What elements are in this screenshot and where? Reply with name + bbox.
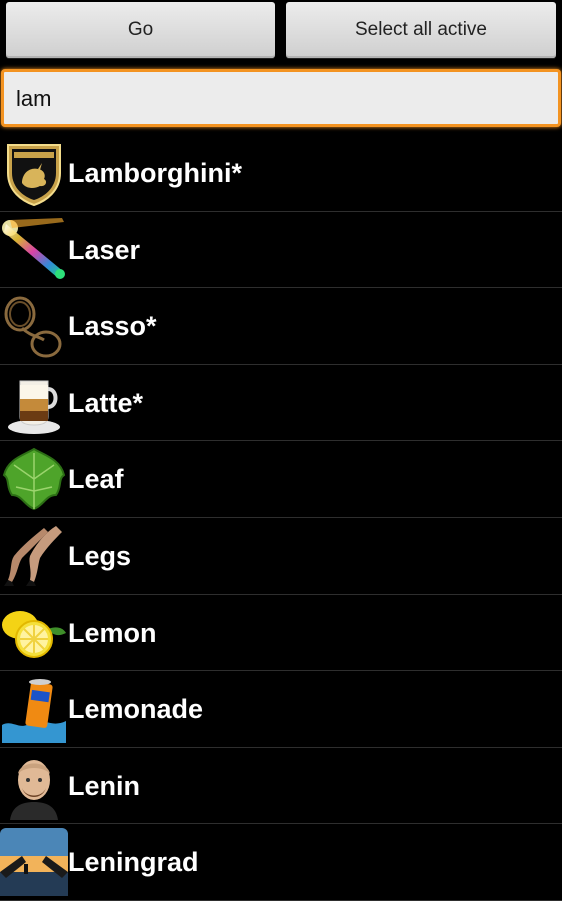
item-list[interactable]: Lamborghini* Laser Lasso* Latte* Leaf Le… bbox=[0, 135, 562, 901]
search-field[interactable] bbox=[1, 69, 561, 127]
go-button[interactable]: Go bbox=[6, 2, 275, 58]
list-item[interactable]: Lasso* bbox=[0, 288, 562, 365]
list-item[interactable]: Latte* bbox=[0, 365, 562, 442]
lamborghini-logo-icon bbox=[0, 139, 68, 207]
item-label: Lenin bbox=[68, 770, 140, 801]
lenin-icon bbox=[0, 752, 68, 820]
toolbar: Go Select all active bbox=[0, 0, 562, 64]
item-label: Leningrad bbox=[68, 847, 199, 878]
list-item[interactable]: Lenin bbox=[0, 748, 562, 825]
list-item[interactable]: Legs bbox=[0, 518, 562, 595]
select-all-active-button[interactable]: Select all active bbox=[286, 2, 556, 58]
item-label: Lamborghini* bbox=[68, 158, 242, 188]
list-item[interactable]: Lamborghini* bbox=[0, 135, 562, 212]
item-label: Lemonade bbox=[68, 694, 204, 725]
laser-icon bbox=[0, 216, 68, 284]
legs-icon bbox=[0, 522, 68, 590]
lemon-icon bbox=[0, 599, 68, 667]
item-label: Lemon bbox=[68, 617, 157, 648]
list-item[interactable]: Laser bbox=[0, 212, 562, 289]
item-label: Legs bbox=[68, 540, 132, 571]
list-item[interactable]: Lemon bbox=[0, 595, 562, 672]
item-label: Latte* bbox=[68, 387, 144, 418]
search-input[interactable] bbox=[16, 79, 546, 119]
list-item[interactable]: Lemonade bbox=[0, 671, 562, 748]
leaf-icon bbox=[0, 445, 68, 513]
list-item[interactable]: Leningrad bbox=[0, 824, 562, 901]
item-label: Laser bbox=[68, 234, 141, 265]
item-label: Leaf bbox=[68, 464, 124, 495]
lasso-icon bbox=[0, 292, 68, 360]
item-label: Lasso* bbox=[68, 311, 157, 342]
latte-icon bbox=[0, 369, 68, 437]
list-item[interactable]: Leaf bbox=[0, 441, 562, 518]
leningrad-icon bbox=[0, 828, 68, 897]
lemonade-icon bbox=[0, 675, 68, 744]
